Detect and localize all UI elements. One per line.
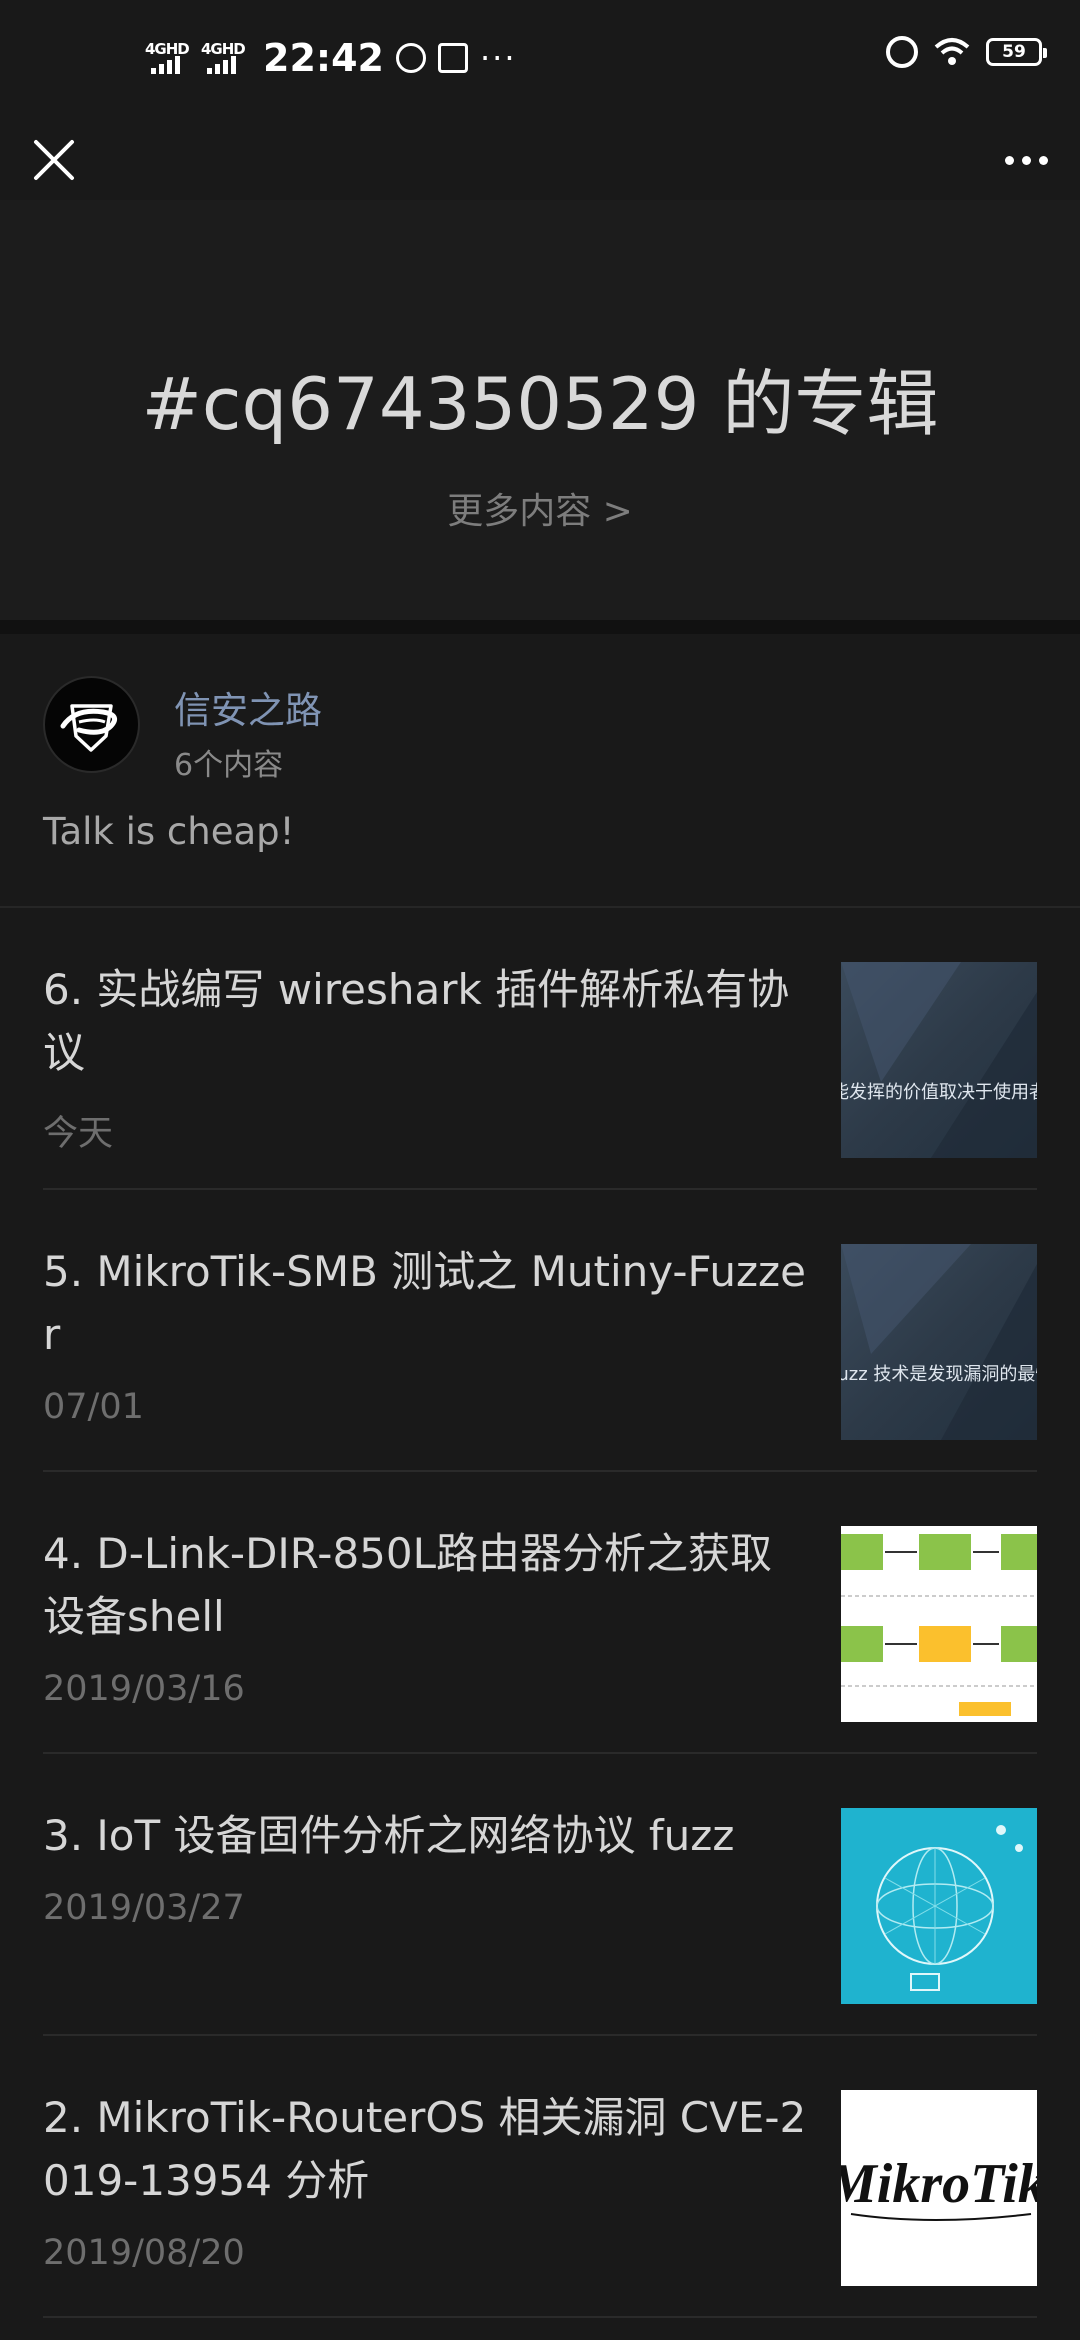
article-item[interactable]: 4. D-Link-DIR-850L路由器分析之获取设备shell 2019/0…: [43, 1472, 1037, 1754]
article-item[interactable]: 6. 实战编写 wireshark 插件解析私有协议 今天 能发挥的价值取决于使…: [43, 908, 1037, 1190]
more-icon: [1004, 155, 1014, 165]
album-title: #cq674350529 的专辑: [141, 362, 939, 446]
article-thumbnail: [841, 1808, 1037, 2004]
close-button[interactable]: [24, 130, 84, 190]
status-left: 4GHD 4GHD 22:42 ···: [145, 36, 516, 80]
battery-icon: 59: [986, 38, 1047, 66]
author-logo-icon: [60, 704, 118, 752]
article-title: 2. MikroTik-RouterOS 相关漏洞 CVE-2019-13954…: [43, 2093, 807, 2205]
article-thumbnail: [841, 1526, 1037, 1722]
article-item[interactable]: 5. MikroTik-SMB 测试之 Mutiny-Fuzzer 07/01 …: [43, 1190, 1037, 1472]
close-icon: [34, 140, 74, 180]
status-more: ···: [479, 39, 517, 77]
battery-level: 59: [1002, 42, 1026, 62]
status-bar: 4GHD 4GHD 22:42 ··· 59: [0, 0, 1080, 120]
article-title: 3. IoT 设备固件分析之网络协议 fuzz: [43, 1811, 735, 1860]
article-item[interactable]: 3. IoT 设备固件分析之网络协议 fuzz 2019/03/27: [43, 1754, 1037, 2036]
section-divider: [0, 620, 1080, 634]
alarm-icon: [886, 36, 918, 68]
clock: 22:42: [263, 36, 384, 80]
status-right: 59: [886, 36, 1047, 68]
article-date: 2019/08/20: [43, 2233, 245, 2273]
thumbnail-caption: fuzz 技术是发现漏洞的最快方式: [841, 1364, 1037, 1385]
article-date: 今天: [43, 1114, 114, 1154]
author-card[interactable]: 信安之路 6个内容 Talk is cheap!: [0, 634, 1080, 908]
screenshot-icon: [437, 43, 468, 73]
thumbnail-logo: MikroTik: [841, 2153, 1037, 2215]
article-date: 2019/03/27: [43, 1888, 245, 1928]
article-title: 5. MikroTik-SMB 测试之 Mutiny-Fuzzer: [43, 1247, 806, 1359]
more-button[interactable]: [996, 130, 1056, 190]
data-saver-icon: [395, 43, 426, 73]
article-thumbnail: fuzz 技术是发现漏洞的最快方式: [841, 1244, 1037, 1440]
thumbnail-caption: 能发挥的价值取决于使用者的: [841, 1082, 1037, 1103]
author-content-count: 6个内容: [174, 748, 284, 783]
author-name[interactable]: 信安之路: [174, 680, 322, 734]
more-content-link[interactable]: 更多内容 >: [0, 482, 1080, 534]
author-description: Talk is cheap!: [43, 810, 295, 853]
article-date: 2019/03/16: [43, 1669, 245, 1709]
article-date: 07/01: [43, 1387, 144, 1427]
signal-icon: 4GHD: [145, 40, 190, 76]
article-title: 6. 实战编写 wireshark 插件解析私有协议: [43, 965, 790, 1077]
article-thumbnail: 能发挥的价值取决于使用者的: [841, 962, 1037, 1158]
signal-icon: 4GHD: [201, 40, 246, 76]
article-item[interactable]: 2. MikroTik-RouterOS 相关漏洞 CVE-2019-13954…: [43, 2036, 1037, 2318]
article-thumbnail: MikroTik: [841, 2090, 1037, 2286]
album-header: #cq674350529 的专辑 更多内容 >: [0, 200, 1080, 620]
article-title: 4. D-Link-DIR-850L路由器分析之获取设备shell: [43, 1529, 773, 1641]
avatar[interactable]: [43, 676, 140, 773]
top-bar: [0, 120, 1080, 200]
article-list: 6. 实战编写 wireshark 插件解析私有协议 今天 能发挥的价值取决于使…: [0, 908, 1080, 2318]
wifi-icon: [934, 38, 970, 65]
